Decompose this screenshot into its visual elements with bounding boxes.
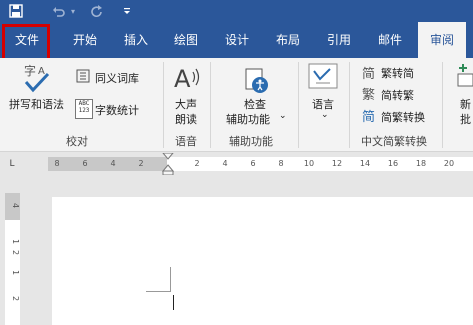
- convert-button[interactable]: 简繁转换: [381, 109, 425, 125]
- save-icon[interactable]: [7, 2, 25, 20]
- ribbon-tab-bar: 文件 开始 插入 绘图 设计 布局 引用 邮件 审阅: [0, 22, 473, 58]
- simp-to-trad-button[interactable]: 简转繁: [381, 87, 414, 103]
- ruler-tick: 6: [82, 159, 88, 168]
- group-separator: [210, 62, 211, 148]
- horizontal-ruler[interactable]: 8 6 4 2 2 4 6 8 10 12 14 16 18 20: [48, 152, 473, 176]
- vruler-tick: 2: [11, 296, 20, 302]
- trad-to-simp-icon[interactable]: 简: [362, 63, 375, 82]
- vertical-ruler[interactable]: 4 1 2 1 2: [5, 193, 20, 325]
- ruler-tick: 8: [278, 159, 284, 168]
- spelling-grammar-button[interactable]: 拼写和语法: [9, 96, 64, 112]
- trad-to-simp-button[interactable]: 繁转简: [381, 65, 414, 81]
- ruler-tick: 6: [250, 159, 256, 168]
- read-aloud-label-2[interactable]: 朗读: [175, 111, 197, 127]
- ruler-tick: 2: [194, 159, 200, 168]
- check-accessibility-label-2[interactable]: 辅助功能: [226, 111, 270, 127]
- ruler-tick: 18: [415, 159, 427, 168]
- speech-group-label: 语音: [175, 135, 197, 148]
- svg-text:A: A: [38, 66, 45, 77]
- ruler-tick: 4: [222, 159, 228, 168]
- read-aloud-icon[interactable]: A: [172, 63, 202, 96]
- thesaurus-button[interactable]: 同义词库: [95, 70, 139, 86]
- vruler-tick: 2: [11, 250, 20, 256]
- horizontal-ruler-area: L 8 6 4 2 2 4 6 8 10 12 14 16 18 20: [0, 152, 473, 176]
- chinese-conversion-group-label: 中文简繁转换: [361, 135, 427, 148]
- tab-layout[interactable]: 布局: [265, 22, 311, 58]
- chevron-down-icon[interactable]: ⌄: [321, 110, 329, 120]
- ruler-tick: 14: [359, 159, 371, 168]
- vruler-tick: 1: [11, 239, 20, 245]
- ruler-tick: 12: [331, 159, 343, 168]
- vruler-tick: 4: [11, 203, 20, 209]
- group-separator: [298, 62, 299, 148]
- vruler-tick: 1: [11, 270, 20, 276]
- document-page[interactable]: [52, 197, 473, 325]
- tab-references[interactable]: 引用: [316, 22, 362, 58]
- title-bar: ▾: [0, 0, 473, 22]
- redo-icon[interactable]: [87, 2, 105, 20]
- ruler-tick: 8: [54, 159, 60, 168]
- group-separator: [163, 62, 164, 148]
- customize-qat-icon[interactable]: [118, 2, 136, 20]
- svg-text:字: 字: [24, 63, 36, 78]
- word-count-icon[interactable]: ABC 123: [75, 99, 93, 119]
- convert-icon[interactable]: 简: [362, 106, 375, 125]
- tab-selector[interactable]: L: [6, 157, 18, 171]
- simp-to-trad-icon[interactable]: 繁: [362, 84, 375, 103]
- review-ribbon: 字 A 拼写和语法 同义词库 ABC 123 字数统计 校对 A 大声 朗读 语…: [0, 58, 473, 152]
- new-comment-label-1[interactable]: 新: [460, 96, 471, 112]
- undo-icon[interactable]: [50, 2, 68, 20]
- ruler-tick: 2: [138, 159, 144, 168]
- group-separator: [349, 62, 350, 148]
- new-comment-icon[interactable]: [455, 62, 473, 93]
- check-accessibility-icon[interactable]: [244, 67, 270, 98]
- language-icon[interactable]: [308, 63, 338, 92]
- check-accessibility-label-1[interactable]: 检查: [244, 96, 266, 112]
- tab-design[interactable]: 设计: [214, 22, 260, 58]
- ruler-tick: 20: [443, 159, 455, 168]
- proofing-group-label: 校对: [66, 135, 88, 148]
- word-count-button[interactable]: 字数统计: [95, 102, 139, 118]
- accessibility-group-label: 辅助功能: [229, 135, 273, 148]
- tab-mailings[interactable]: 邮件: [367, 22, 413, 58]
- chevron-down-icon[interactable]: ⌄: [279, 111, 287, 121]
- margin-corner-marker: [146, 267, 171, 292]
- group-separator: [442, 62, 443, 148]
- ruler-tick: 16: [387, 159, 399, 168]
- new-comment-label-2[interactable]: 批: [460, 111, 471, 127]
- spelling-grammar-icon[interactable]: 字 A: [20, 62, 52, 97]
- svg-text:A: A: [174, 65, 191, 93]
- undo-dropdown-icon[interactable]: ▾: [68, 2, 78, 20]
- read-aloud-label-1[interactable]: 大声: [175, 96, 197, 112]
- tab-draw[interactable]: 绘图: [163, 22, 209, 58]
- ruler-tick: 4: [110, 159, 116, 168]
- tab-review[interactable]: 审阅: [418, 22, 466, 58]
- thesaurus-icon[interactable]: [76, 69, 90, 86]
- indent-marker-icon[interactable]: [161, 152, 175, 178]
- tab-insert[interactable]: 插入: [113, 22, 159, 58]
- tab-home[interactable]: 开始: [62, 22, 108, 58]
- text-cursor: [173, 295, 174, 310]
- ruler-tick: 10: [303, 159, 315, 168]
